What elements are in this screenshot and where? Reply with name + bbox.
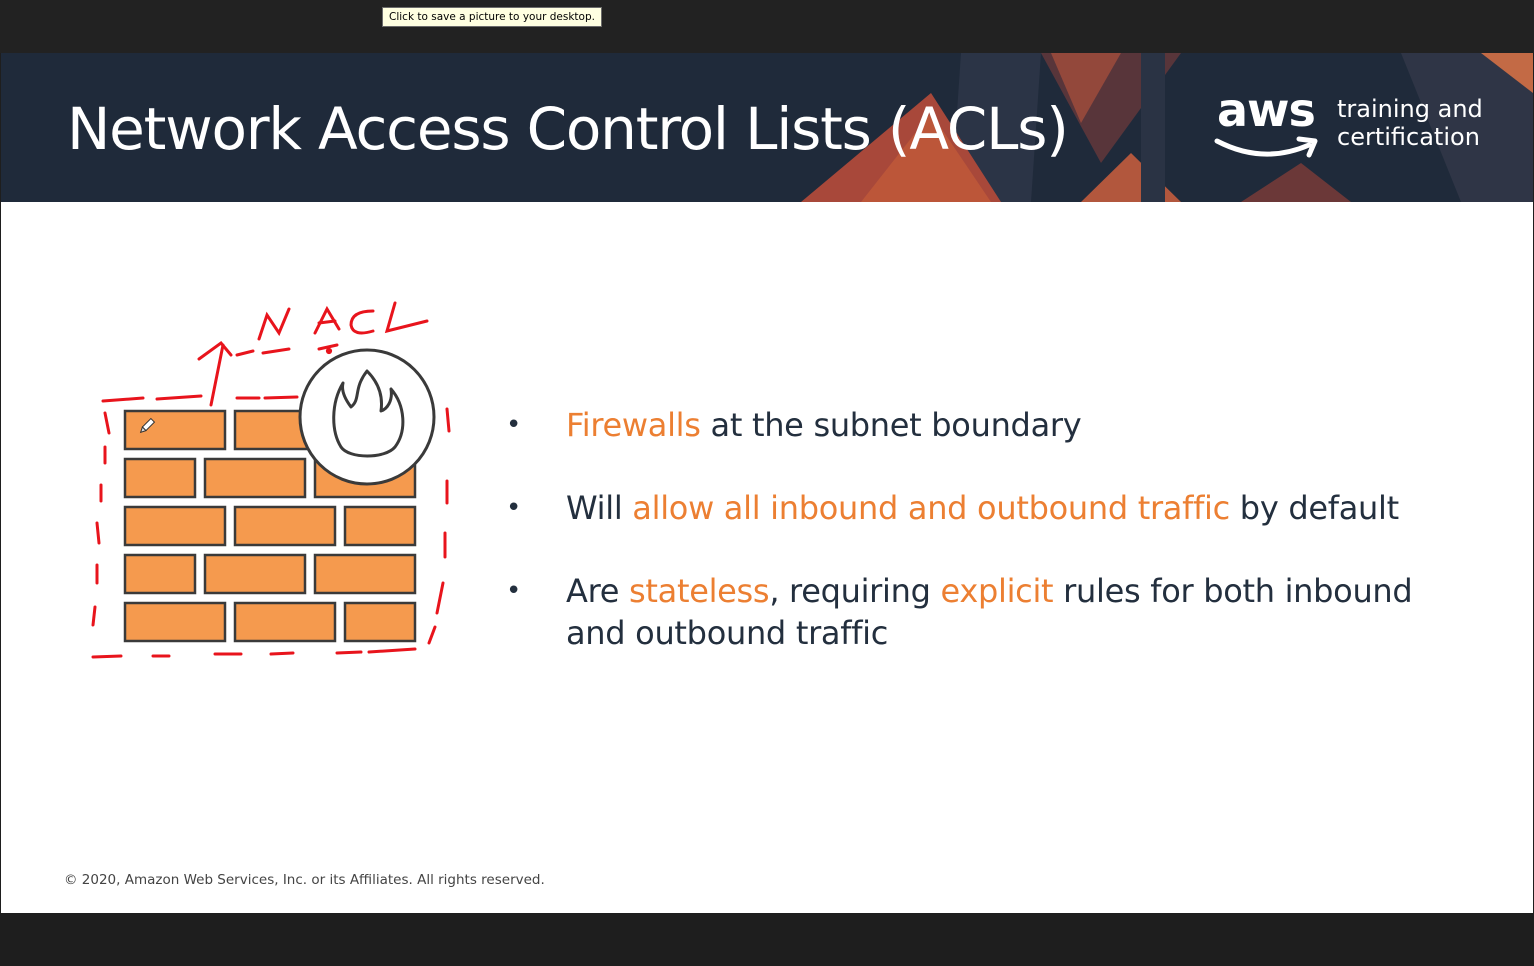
- brick: [343, 505, 417, 547]
- brick: [123, 601, 227, 643]
- brick: [233, 601, 337, 643]
- brick: [123, 457, 197, 499]
- aws-smile-icon: [1214, 136, 1318, 158]
- bullet-text: Will: [566, 489, 633, 527]
- bullet-text: Are: [566, 572, 630, 610]
- bullet-text: , requiring: [769, 572, 941, 610]
- bullet-dot: •: [506, 576, 522, 606]
- copyright-footer: © 2020, Amazon Web Services, Inc. or its…: [64, 872, 545, 888]
- bullet-text: by default: [1229, 489, 1399, 527]
- bullet-item: • Firewalls at the subnet boundary: [506, 404, 1466, 446]
- bullet-highlight-text: explicit: [940, 572, 1054, 610]
- brick: [343, 601, 417, 643]
- brick: [123, 553, 197, 595]
- bullet-highlight-text: allow all inbound and outbound traffic: [632, 489, 1230, 527]
- bullet-text: at the subnet boundary: [700, 406, 1082, 444]
- bullet-dot: •: [506, 410, 522, 440]
- brick: [123, 409, 227, 451]
- window-bottom-bar: [0, 913, 1534, 966]
- brick: [233, 505, 337, 547]
- bullet-highlight-text: stateless: [629, 572, 770, 610]
- slide-title: Network Access Control Lists (ACLs): [67, 95, 1069, 163]
- brick: [203, 457, 307, 499]
- window-top-bar: Click to save a picture to your desktop.: [0, 0, 1534, 53]
- bullet-dot: •: [506, 493, 522, 523]
- aws-wordmark: aws: [1217, 83, 1316, 137]
- brick: [123, 505, 227, 547]
- slide: Network Access Control Lists (ACLs) aws …: [1, 53, 1533, 913]
- aws-training-logo: aws training and certification: [1213, 83, 1513, 169]
- bullet-list: • Firewalls at the subnet boundary • Will a…: [506, 404, 1466, 695]
- bullet-item: • Will allow all inbound and outbound tra…: [506, 487, 1466, 529]
- bullet-item: • Are stateless, requiring explicit rules…: [506, 570, 1466, 654]
- save-picture-tooltip: Click to save a picture to your desktop.: [382, 7, 602, 27]
- brick: [313, 553, 417, 595]
- firewall-illustration: [91, 301, 451, 659]
- logo-tagline-line2: certification: [1337, 123, 1480, 151]
- logo-tagline: training and certification: [1337, 95, 1483, 151]
- brick: [203, 553, 307, 595]
- slide-header: Network Access Control Lists (ACLs) aws …: [1, 53, 1533, 202]
- logo-tagline-line1: training and: [1337, 95, 1483, 123]
- firewall-icon: [123, 348, 436, 643]
- bullet-highlight-text: Firewalls: [566, 406, 701, 444]
